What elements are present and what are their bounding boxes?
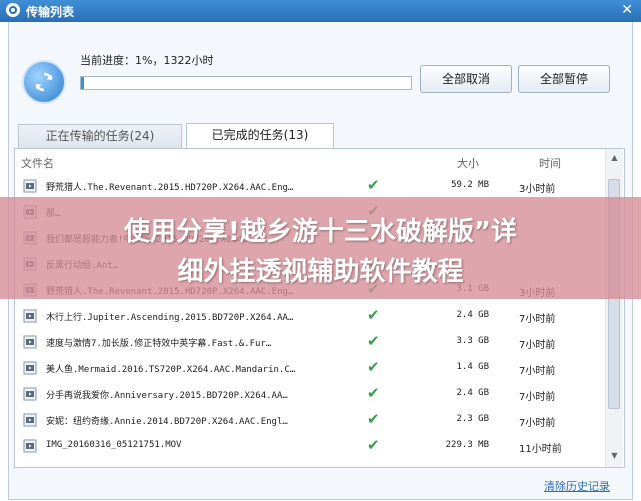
completed-list-panel: 文件名 大小 时间 野荒猎人.The.Revenant.2015.HD720P.… [14,148,625,468]
check-icon: ✔ [367,358,380,376]
check-icon: ✔ [367,410,380,428]
file-name: 速度与激情7.加长版.修正特效中英字幕.Fast.&.Fur… [46,339,272,349]
table-row[interactable]: 速度与激情7.加长版.修正特效中英字幕.Fast.&.Fur… ✔ 3.3 GB 7小… [15,329,605,355]
file-name: 安妮：纽约奇缘.Annie.2014.BD720P.X264.AAC.Engl… [46,417,288,427]
check-icon: ✔ [367,384,380,402]
completed-time: 7小时前 [519,366,556,377]
overlay-banner: 使用分享!越乡游十三水破解版”详 细外挂透视辅助软件教程 [0,197,641,299]
pause-all-button[interactable]: 全部暂停 [518,65,610,93]
check-icon: ✔ [367,306,380,324]
completed-time: 7小时前 [519,314,556,325]
tab-completed[interactable]: 已完成的任务(13) [186,123,334,149]
check-icon: ✔ [367,436,380,454]
completed-time: 7小时前 [519,392,556,403]
table-row[interactable]: 木行上行.Jupiter.Ascending.2015.BD720P.X264.… [15,303,605,329]
video-file-icon [23,335,37,349]
file-name: 美人鱼.Mermaid.2016.TS720P.X264.AAC.Mandari… [46,365,296,375]
progress-bar [80,76,412,90]
table-header: 文件名 大小 时间 [15,149,610,173]
file-name: IMG_20160316_05121751.MOV [46,440,182,450]
completed-time: 11小时前 [519,444,562,455]
check-icon: ✔ [367,332,380,350]
file-name: 分手再说我爱你.Anniversary.2015.BD720P.X264.AA… [46,391,288,401]
column-header-time[interactable]: 时间 [539,155,561,171]
completed-time: 7小时前 [519,340,556,351]
file-size: 59.2 MB [451,180,489,190]
file-size: 1.4 GB [456,362,489,372]
scroll-down-icon[interactable]: ▼ [606,449,623,463]
check-icon: ✔ [367,176,380,194]
clear-history-link[interactable]: 清除历史记录 [544,478,610,494]
video-file-icon [23,309,37,323]
video-file-icon [23,179,37,193]
file-size: 2.4 GB [456,388,489,398]
title-bar: 传输列表 ✕ [0,0,641,22]
scroll-up-icon[interactable]: ▲ [606,151,623,165]
close-icon[interactable]: ✕ [621,2,633,18]
file-size: 3.3 GB [456,336,489,346]
completed-time: 3小时前 [519,184,556,195]
tab-in-progress[interactable]: 正在传输的任务(24) [18,124,182,148]
table-row[interactable]: IMG_20160316_05121751.MOV ✔ 229.3 MB 11小时前 [15,433,605,459]
file-name: 野荒猎人.The.Revenant.2015.HD720P.X264.AAC.E… [46,183,294,193]
overlay-line-2: 细外挂透视辅助软件教程 [177,257,464,287]
table-row[interactable]: 野荒猎人.The.Revenant.2015.HD720P.X264.AAC.E… [15,173,605,199]
video-file-icon [23,439,37,453]
video-file-icon [23,413,37,427]
video-file-icon [23,387,37,401]
table-row[interactable]: 安妮：纽约奇缘.Annie.2014.BD720P.X264.AAC.Engl…… [15,407,605,433]
progress-label: 当前进度：1%，1322小时 [80,54,214,67]
table-row[interactable]: 美人鱼.Mermaid.2016.TS720P.X264.AAC.Mandari… [15,355,605,381]
file-name: 木行上行.Jupiter.Ascending.2015.BD720P.X264.… [46,313,294,323]
file-size: 2.3 GB [456,414,489,424]
column-header-name[interactable]: 文件名 [21,155,54,171]
file-size: 2.4 GB [456,310,489,320]
sync-logo-icon [22,60,66,104]
column-header-size[interactable]: 大小 [457,155,479,171]
completed-time: 7小时前 [519,418,556,429]
cancel-all-button[interactable]: 全部取消 [420,65,512,93]
progress-fill [81,77,85,89]
window-title: 传输列表 [26,5,75,19]
app-logo-icon [6,3,20,17]
table-row[interactable]: 分手再说我爱你.Anniversary.2015.BD720P.X264.AA…… [15,381,605,407]
file-size: 229.3 MB [445,440,489,450]
video-file-icon [23,361,37,375]
overlay-line-1: 使用分享!越乡游十三水破解版”详 [124,217,517,247]
